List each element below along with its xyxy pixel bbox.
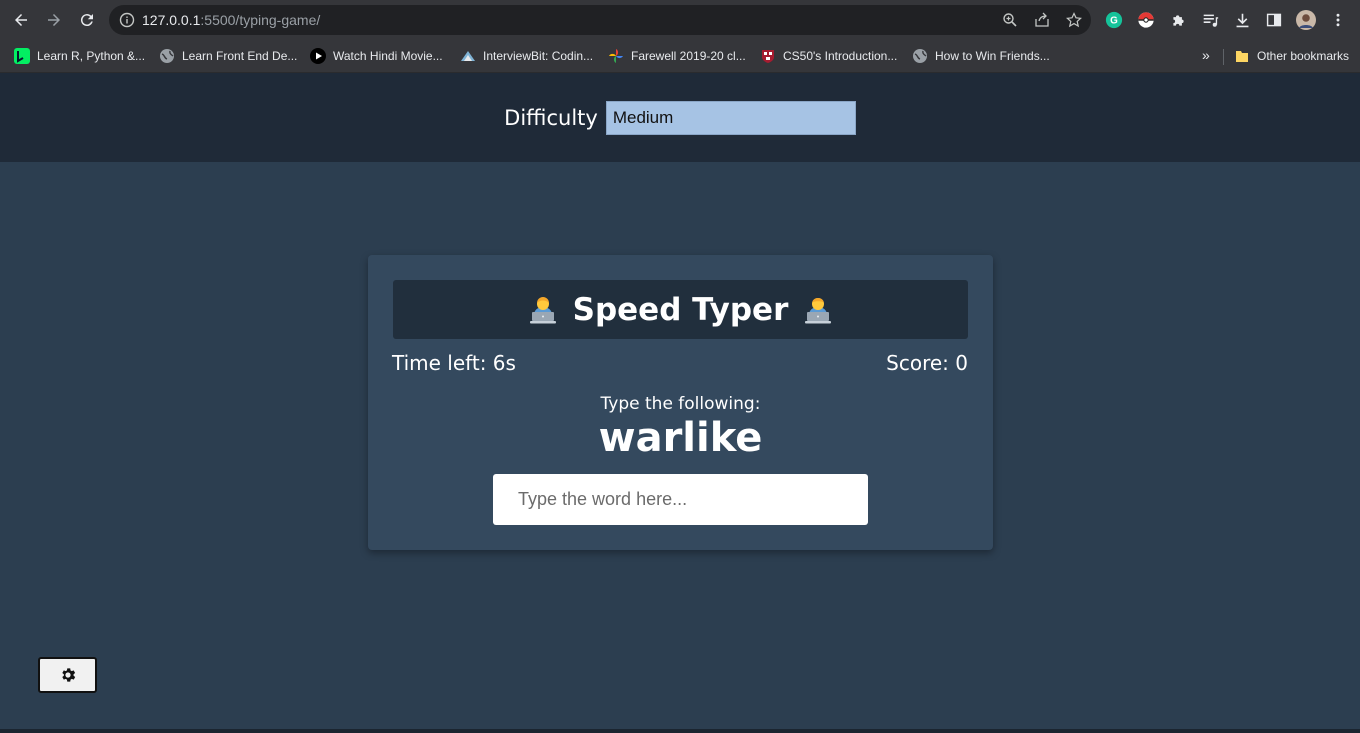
arrow-right-icon xyxy=(48,14,60,26)
url-host: 127.0.0.1 xyxy=(142,12,201,28)
bookmark-item[interactable]: Watch Hindi Movie... xyxy=(310,47,443,65)
reload-button[interactable] xyxy=(75,8,99,32)
difficulty-selected-value: Medium xyxy=(612,107,674,127)
folder-icon xyxy=(1236,51,1248,62)
word-input[interactable] xyxy=(493,474,868,525)
menu-kebab-icon[interactable] xyxy=(1328,10,1348,30)
star-icon[interactable] xyxy=(1066,12,1082,28)
browser-toolbar: 127.0.0.1:5500/typing-game/ G xyxy=(0,0,1360,40)
harvard-icon xyxy=(762,50,774,63)
globe-icon xyxy=(160,49,174,63)
url-path: :5500/typing-game/ xyxy=(200,12,321,28)
difficulty-select[interactable]: Medium xyxy=(605,100,856,135)
time-left: Time left: 6s xyxy=(392,351,516,375)
game-card: Speed Typer Time left: 6s Score: 0 Type … xyxy=(368,255,993,550)
bookmark-label: Learn Front End De... xyxy=(182,49,298,63)
page-content: Difficulty Medium Speed Typer Time left:… xyxy=(0,73,1360,733)
target-word: warlike xyxy=(598,415,763,461)
puzzle-extensions-icon[interactable] xyxy=(1168,10,1188,30)
bookmark-item[interactable]: Learn R, Python &... xyxy=(14,47,145,65)
bookmarks-bar: Learn R, Python &... Learn Front End De.… xyxy=(0,40,1360,73)
download-icon[interactable] xyxy=(1232,10,1252,30)
grammarly-extension-icon[interactable]: G xyxy=(1104,10,1124,30)
bottom-edge xyxy=(0,729,1360,733)
bookmark-label: Farewell 2019-20 cl... xyxy=(631,49,746,63)
technologist-icon xyxy=(529,296,556,323)
game-title-banner: Speed Typer xyxy=(393,280,968,339)
profile-avatar[interactable] xyxy=(1296,10,1316,30)
bookmarks-divider xyxy=(1223,49,1224,65)
url-text: 127.0.0.1:5500/typing-game/ xyxy=(142,12,320,28)
reload-icon xyxy=(80,14,93,27)
play-icon xyxy=(310,48,326,64)
type-prompt: Type the following: xyxy=(600,394,761,414)
info-icon[interactable] xyxy=(119,12,135,28)
settings-toggle-button[interactable] xyxy=(38,657,97,693)
more-bookmarks-button[interactable]: » xyxy=(1202,47,1210,63)
score: Score: 0 xyxy=(886,351,968,375)
bookmark-label: Watch Hindi Movie... xyxy=(333,49,443,63)
side-panel-icon[interactable] xyxy=(1264,10,1284,30)
bookmark-item[interactable]: InterviewBit: Codin... xyxy=(460,47,593,65)
bookmark-label: CS50's Introduction... xyxy=(783,49,898,63)
globe-icon xyxy=(913,49,927,63)
bookmark-item[interactable]: Farewell 2019-20 cl... xyxy=(608,47,746,65)
forward-button[interactable] xyxy=(42,8,66,32)
bookmark-item[interactable]: CS50's Introduction... xyxy=(760,47,897,65)
pinwheel-icon xyxy=(609,49,623,63)
other-bookmarks-label: Other bookmarks xyxy=(1257,49,1350,63)
media-queue-icon[interactable] xyxy=(1200,10,1220,30)
svg-text:G: G xyxy=(1110,16,1118,27)
zoom-icon[interactable] xyxy=(1002,12,1018,28)
bookmark-label: InterviewBit: Codin... xyxy=(483,49,594,63)
pokeball-extension-icon[interactable] xyxy=(1136,10,1156,30)
datacamp-icon xyxy=(14,48,30,64)
arrow-left-icon xyxy=(15,14,27,26)
game-title: Speed Typer xyxy=(572,291,789,328)
settings-bar: Difficulty Medium xyxy=(0,73,1360,162)
other-bookmarks-folder[interactable]: Other bookmarks xyxy=(1234,47,1349,65)
bookmark-item[interactable]: Learn Front End De... xyxy=(159,47,297,65)
bookmark-item[interactable]: How to Win Friends... xyxy=(912,47,1050,65)
address-bar[interactable]: 127.0.0.1:5500/typing-game/ xyxy=(109,5,1091,35)
back-button[interactable] xyxy=(9,8,33,32)
share-icon[interactable] xyxy=(1034,12,1050,28)
bookmark-label: How to Win Friends... xyxy=(935,49,1050,63)
difficulty-label: Difficulty xyxy=(504,105,598,130)
gear-icon xyxy=(61,668,75,682)
technologist-icon xyxy=(805,297,832,323)
interviewbit-icon xyxy=(461,51,475,61)
bookmark-label: Learn R, Python &... xyxy=(37,49,146,63)
